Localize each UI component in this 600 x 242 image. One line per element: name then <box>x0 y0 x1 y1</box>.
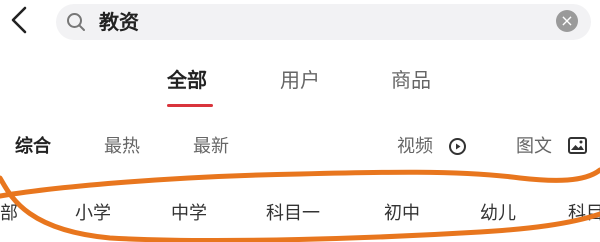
chip-kindergarten[interactable]: 幼儿 <box>480 202 516 226</box>
filter-hottest[interactable]: 最热 <box>104 134 140 160</box>
chip-all[interactable]: 部 <box>0 202 18 226</box>
filter-image-text-label: 图文 <box>516 136 552 157</box>
filter-video-label: 视频 <box>397 136 433 157</box>
search-bar[interactable]: 教资 × <box>56 4 591 40</box>
active-tab-indicator <box>167 104 213 107</box>
clear-circle-icon: × <box>560 11 574 30</box>
search-input[interactable]: 教资 <box>99 8 139 36</box>
chip-middle-school[interactable]: 中学 <box>171 202 207 226</box>
image-icon <box>568 137 587 154</box>
chip-primary-school[interactable]: 小学 <box>75 202 111 226</box>
play-circle-icon <box>449 138 466 155</box>
filter-newest[interactable]: 最新 <box>193 134 229 160</box>
tab-users[interactable]: 用户 <box>280 66 320 94</box>
tab-products[interactable]: 商品 <box>391 66 431 94</box>
chevron-left-icon <box>11 6 27 34</box>
clear-search-button[interactable]: × <box>556 10 578 32</box>
chip-junior-high[interactable]: 初中 <box>384 202 420 226</box>
search-icon <box>67 13 85 31</box>
filter-comprehensive[interactable]: 综合 <box>15 134 51 160</box>
chip-subject-one[interactable]: 科目一 <box>266 202 320 226</box>
back-button[interactable] <box>0 0 44 44</box>
tab-all[interactable]: 全部 <box>167 66 207 94</box>
chip-subject-partial[interactable]: 科目 <box>568 202 600 226</box>
